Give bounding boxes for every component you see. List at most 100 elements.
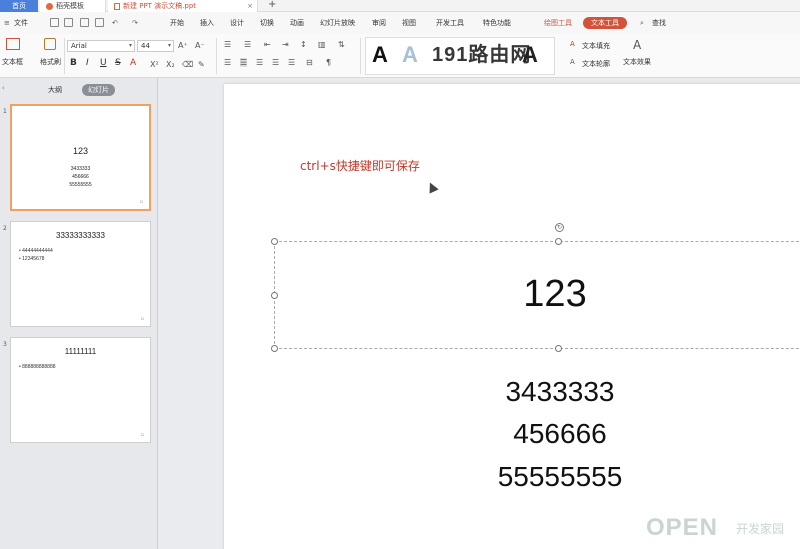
menu-transition[interactable]: 切换: [260, 12, 274, 34]
slide-thumbnail-1[interactable]: 123 3433333 456666 55555555 ▫: [10, 104, 151, 211]
slide-body-line[interactable]: 3433333: [224, 376, 800, 408]
menu-insert[interactable]: 插入: [200, 12, 214, 34]
menu-developer[interactable]: 开发工具: [436, 12, 464, 34]
slide-body-line[interactable]: 456666: [224, 418, 800, 450]
thumb-title: 11111111: [64, 347, 97, 356]
tab-home[interactable]: 首页: [0, 0, 38, 12]
print-icon[interactable]: [80, 18, 89, 27]
chevron-down-icon: ▾: [128, 42, 132, 49]
clear-format-icon[interactable]: ⌫: [182, 60, 193, 69]
grow-font-icon[interactable]: A⁺: [178, 41, 188, 50]
numbering-icon[interactable]: ☰: [244, 40, 251, 49]
slide-title[interactable]: 123: [275, 273, 800, 316]
indent-decrease-icon[interactable]: ⇤: [264, 40, 271, 49]
menu-animation[interactable]: 动画: [290, 12, 304, 34]
text-effects-icon[interactable]: A: [633, 38, 641, 52]
resize-handle[interactable]: [271, 345, 278, 352]
resize-handle[interactable]: [271, 292, 278, 299]
save-shortcut-note[interactable]: ctrl+s快捷键即可保存: [300, 157, 420, 174]
slide-number: 1: [3, 108, 7, 115]
highlight-icon[interactable]: ✎: [198, 60, 205, 69]
paragraph-icon[interactable]: ¶: [326, 58, 331, 67]
bullets-icon[interactable]: ☰: [224, 40, 231, 49]
font-size-value: 44: [141, 42, 150, 50]
distribute-icon[interactable]: ☰: [288, 58, 295, 67]
text-outline-label[interactable]: 文本轮廓: [582, 59, 610, 69]
textbox-label[interactable]: 文本框: [2, 57, 23, 67]
divider: [360, 38, 361, 74]
save-icon[interactable]: [50, 18, 59, 27]
menu-design[interactable]: 设计: [230, 12, 244, 34]
text-fill-label[interactable]: 文本填充: [582, 41, 610, 51]
subscript-icon[interactable]: X₂: [166, 60, 175, 69]
watermark-overlay: 191路由网: [432, 44, 532, 66]
search-label[interactable]: 查找: [652, 12, 666, 34]
format-painter-icon[interactable]: [44, 38, 56, 50]
shrink-font-icon[interactable]: A⁻: [195, 41, 205, 50]
bold-icon[interactable]: B: [70, 58, 77, 68]
tab-slides[interactable]: 幻灯片: [82, 84, 115, 96]
chevron-down-icon: ▾: [167, 42, 171, 49]
redo-icon[interactable]: ↷: [132, 12, 138, 34]
slide-canvas: ctrl+s快捷键即可保存 ↻ 123 3433333 456666 55555…: [158, 78, 800, 549]
thumb-bullet-text: 44444444444: [22, 248, 53, 254]
tab-template[interactable]: 稻壳模板: [40, 0, 106, 12]
thumb-line: 55555555: [69, 182, 92, 188]
menu-view[interactable]: 视图: [402, 12, 416, 34]
slide-thumbnail-2[interactable]: 33333333333 • 44444444444 • 12345678 ▫: [10, 221, 151, 327]
superscript-icon[interactable]: X²: [150, 60, 159, 69]
close-tab-icon[interactable]: ×: [247, 0, 253, 12]
text-fill-icon[interactable]: A: [570, 40, 575, 48]
slide-number: 3: [3, 341, 7, 348]
text-direction-icon[interactable]: ⇅: [338, 40, 345, 49]
thumb-marker-icon: ▫: [140, 316, 144, 322]
font-color-icon[interactable]: A: [130, 58, 136, 68]
italic-icon[interactable]: I: [86, 58, 89, 68]
justify-icon[interactable]: ☰: [272, 58, 279, 67]
font-size-select[interactable]: 44 ▾: [137, 40, 174, 52]
menu-file[interactable]: 文件: [14, 12, 28, 34]
menu-icon[interactable]: ≡: [4, 12, 10, 34]
resize-handle[interactable]: [555, 238, 562, 245]
menu-special[interactable]: 特色功能: [483, 12, 511, 34]
menu-slideshow[interactable]: 幻灯片放映: [320, 12, 355, 34]
current-slide[interactable]: ctrl+s快捷键即可保存 ↻ 123 3433333 456666 55555…: [224, 84, 800, 549]
rotate-handle-icon[interactable]: ↻: [555, 223, 564, 232]
resize-handle[interactable]: [555, 345, 562, 352]
style-black-option[interactable]: A: [372, 42, 388, 68]
textbox-icon[interactable]: [6, 38, 20, 50]
text-effects-label[interactable]: 文本效果: [623, 57, 651, 67]
brand-watermark-sub: 开发家园: [736, 522, 785, 536]
new-tab-button[interactable]: +: [268, 0, 276, 10]
vertical-align-icon[interactable]: ⊟: [306, 58, 313, 67]
export-icon[interactable]: [64, 18, 73, 27]
undo-icon[interactable]: ↶: [112, 12, 118, 34]
menu-review[interactable]: 审阅: [372, 12, 386, 34]
indent-increase-icon[interactable]: ⇥: [282, 40, 289, 49]
slide-number: 2: [3, 225, 7, 232]
preview-icon[interactable]: [95, 18, 104, 27]
menu-start[interactable]: 开始: [170, 12, 184, 34]
tab-outline[interactable]: 大纲: [48, 85, 62, 95]
tab-drawing-tools[interactable]: 绘图工具: [536, 17, 580, 29]
align-right-icon[interactable]: ☰: [256, 58, 263, 67]
search-icon[interactable]: ⌕: [640, 12, 644, 34]
resize-handle[interactable]: [271, 238, 278, 245]
strikethrough-icon[interactable]: S: [115, 58, 121, 68]
title-textbox[interactable]: 123: [271, 238, 800, 352]
tab-document[interactable]: 新建 PPT 演示文稿.ppt ×: [108, 0, 258, 12]
tab-bar: 首页 稻壳模板 新建 PPT 演示文稿.ppt × +: [0, 0, 800, 12]
align-left-icon[interactable]: ☰: [224, 58, 231, 67]
line-spacing-icon[interactable]: ↕: [300, 40, 307, 49]
slide-body-line[interactable]: 55555555: [224, 461, 800, 493]
format-painter-label[interactable]: 格式刷: [40, 57, 61, 67]
docer-icon: [46, 2, 53, 10]
underline-icon[interactable]: U: [100, 58, 107, 68]
slide-thumbnail-3[interactable]: 11111111 • 888888888888 ▫: [10, 337, 151, 443]
font-name-select[interactable]: Arial ▾: [67, 40, 135, 52]
tab-text-tools[interactable]: 文本工具: [583, 17, 627, 29]
align-center-icon[interactable]: ☰: [240, 58, 248, 67]
columns-icon[interactable]: ▥: [318, 40, 326, 49]
style-light-option[interactable]: A: [402, 42, 418, 68]
text-outline-icon[interactable]: A: [570, 58, 575, 66]
